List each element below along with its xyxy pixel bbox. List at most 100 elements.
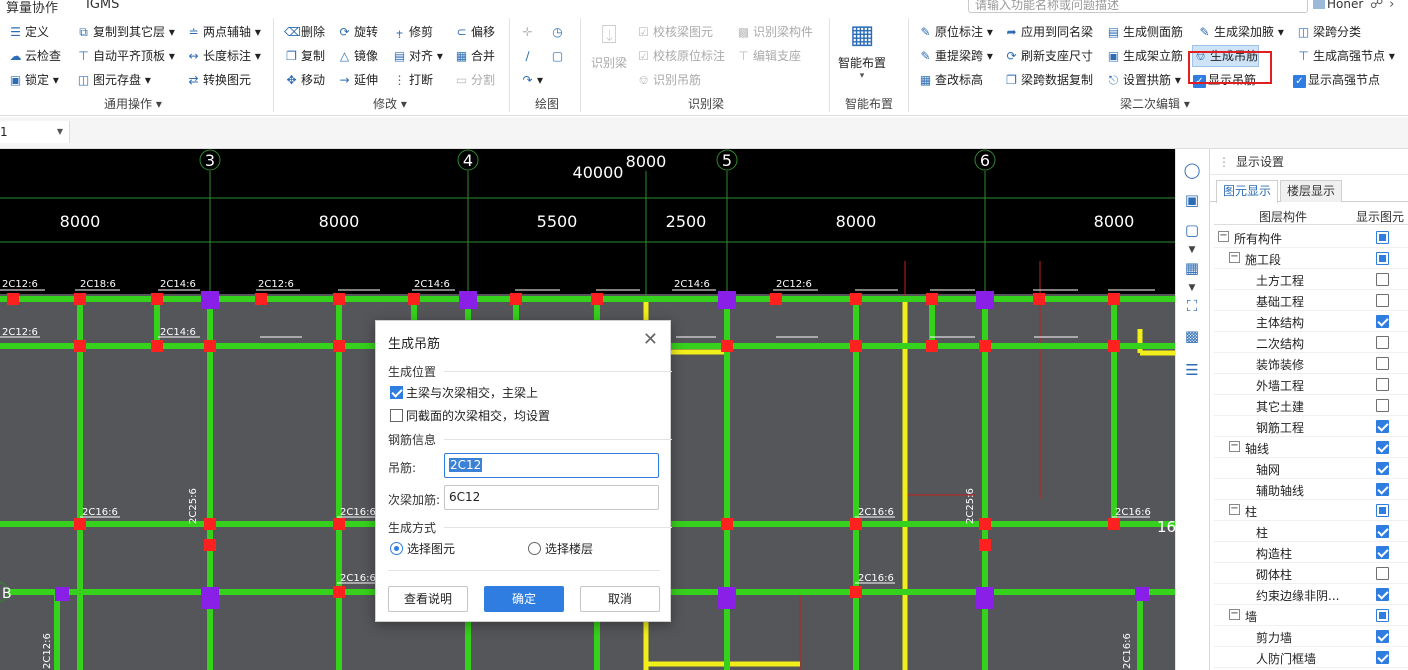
offset-button[interactable]: ⊂ 偏移 <box>454 22 495 42</box>
show-element-checkbox[interactable] <box>1376 567 1389 580</box>
identify-beam-component-button[interactable]: ▩ 识别梁构件 <box>736 22 813 42</box>
draw-curve-button[interactable]: ↷ ▾ <box>520 70 543 90</box>
layer-tree-row[interactable]: 砌体柱 <box>1214 563 1408 584</box>
show-element-checkbox[interactable] <box>1376 357 1389 370</box>
show-element-checkbox[interactable] <box>1376 609 1389 622</box>
close-icon[interactable]: ✕ <box>643 329 658 350</box>
check-origin-label-button[interactable]: ☑ 校核原位标注 <box>636 46 725 66</box>
show-element-checkbox[interactable] <box>1376 378 1389 391</box>
link-icon[interactable]: ☍ <box>1370 0 1389 12</box>
show-element-checkbox[interactable] <box>1376 420 1389 433</box>
copy-to-floor-button[interactable]: ⧉ 复制到其它层 ▾ <box>76 22 175 42</box>
apply-same-beam-button[interactable]: ➦ 应用到同名梁 <box>1004 22 1093 42</box>
ok-button[interactable]: 确定 <box>484 586 564 612</box>
layer-tree-row[interactable]: − 墙 <box>1214 605 1408 626</box>
tab-floor-display[interactable]: 楼层显示 <box>1280 180 1343 202</box>
opt-same-section-checkbox[interactable]: 同截面的次梁相交，均设置 <box>390 407 550 424</box>
layer-tree-row[interactable]: 二次结构 <box>1214 332 1408 353</box>
help-button[interactable]: 查看说明 <box>388 586 468 612</box>
edit-support-button[interactable]: ⊤ 编辑支座 <box>736 46 801 66</box>
show-element-checkbox[interactable] <box>1376 336 1389 349</box>
show-element-checkbox[interactable] <box>1376 588 1389 601</box>
show-element-checkbox[interactable] <box>1376 462 1389 475</box>
span-data-copy-button[interactable]: ❐ 梁跨数据复制 <box>1004 70 1093 90</box>
radio-select-element[interactable]: 选择图元 <box>390 540 455 557</box>
show-element-checkbox[interactable] <box>1376 252 1389 265</box>
origin-label-button[interactable]: ✎ 原位标注 ▾ <box>918 22 992 42</box>
auto-flat-top-button[interactable]: ⊤ 自动平齐顶板 ▾ <box>76 46 175 66</box>
hanger-input[interactable]: 2C12 <box>444 453 659 478</box>
cube-icon[interactable]: ▢ <box>1181 219 1203 241</box>
layer-tree-row[interactable]: 土方工程 <box>1214 269 1408 290</box>
gen-beam-add-button[interactable]: ✎ 生成梁加腋 ▾ <box>1197 22 1283 42</box>
layer-tree-row[interactable]: 构造柱 <box>1214 542 1408 563</box>
show-element-checkbox[interactable] <box>1376 651 1389 664</box>
radio-select-floor[interactable]: 选择楼层 <box>528 540 593 557</box>
layer-tree-row[interactable]: 钢筋工程 <box>1214 416 1408 437</box>
beam-span-classify-button[interactable]: ◫ 梁跨分类 <box>1296 22 1361 42</box>
draw-arc-button[interactable]: ◷ <box>550 22 567 42</box>
view-3d-icon[interactable]: ▣ <box>1181 189 1203 211</box>
define-button[interactable]: ☰ 定义 <box>8 22 49 42</box>
layer-tree-row[interactable]: 辅助轴线 <box>1214 479 1408 500</box>
smart-layout-button[interactable]: ▦ 智能布置 ▾ <box>834 20 890 81</box>
break-button[interactable]: ⋮ 打断 <box>392 70 434 90</box>
rotate-button[interactable]: ⟳ 旋转 <box>337 22 378 42</box>
lock-button[interactable]: ▣ 锁定 ▾ <box>8 70 59 90</box>
layer-tree-row[interactable]: 约束边缘非阴... <box>1214 584 1408 605</box>
draw-rect-button[interactable]: ▢ <box>550 46 567 66</box>
drawing-canvas[interactable]: 3 4 8000 5 6 40000 8000 8000 5500 2500 8… <box>0 149 1175 670</box>
two-point-axis-button[interactable]: ≐ 两点辅轴 ▾ <box>186 22 260 42</box>
copy-button[interactable]: ❐ 复制 <box>284 46 325 66</box>
group-modify-label[interactable]: 修改 ▾ <box>373 95 407 112</box>
show-element-checkbox[interactable] <box>1376 294 1389 307</box>
show-element-checkbox[interactable] <box>1376 315 1389 328</box>
draw-point-button[interactable]: ✛ <box>520 22 537 42</box>
layer-tree-row[interactable]: 其它土建 <box>1214 395 1408 416</box>
select-box-icon[interactable]: ▩ <box>1181 325 1203 347</box>
collapse-toggle-icon[interactable]: − <box>1218 231 1229 242</box>
layer-tree-row[interactable]: 基础工程 <box>1214 290 1408 311</box>
search-input[interactable]: 请输入功能名称或问题描述 <box>968 0 1308 13</box>
mirror-button[interactable]: △ 镜像 <box>337 46 378 66</box>
layer-tree-row[interactable]: 装饰装修 <box>1214 353 1408 374</box>
show-element-checkbox[interactable] <box>1376 546 1389 559</box>
delete-button[interactable]: ⌫删除 <box>284 22 325 42</box>
user-account[interactable]: Honer <box>1313 0 1363 11</box>
element-save-button[interactable]: ◫ 图元存盘 ▾ <box>76 70 151 90</box>
re-extract-span-button[interactable]: ✎ 重提梁跨 ▾ <box>918 46 992 66</box>
layer-tree-row[interactable]: 柱 <box>1214 521 1408 542</box>
show-element-checkbox[interactable] <box>1376 441 1389 454</box>
collapse-toggle-icon[interactable]: − <box>1229 504 1240 515</box>
show-element-checkbox[interactable] <box>1376 399 1389 412</box>
tab-igms[interactable]: IGMS <box>86 0 119 12</box>
group-general-label[interactable]: 通用操作 ▾ <box>104 95 162 112</box>
show-element-checkbox[interactable] <box>1376 525 1389 538</box>
move-button[interactable]: ✥ 移动 <box>284 70 325 90</box>
convert-element-button[interactable]: ⇄ 转换图元 <box>186 70 251 90</box>
floor-select[interactable]: 1 ▼ <box>0 121 70 143</box>
tab-cost-collab[interactable]: 算量协作 <box>6 0 58 16</box>
layer-tree-row[interactable]: 剪力墙 <box>1214 626 1408 647</box>
gen-stirrup-button[interactable]: ▣ 生成架立筋 <box>1106 46 1183 66</box>
identify-beam-button[interactable]: ⍗ 识别梁 <box>588 20 630 71</box>
gen-high-strength-button[interactable]: ⊤ 生成高强节点 ▾ <box>1296 46 1395 66</box>
show-element-checkbox[interactable] <box>1376 231 1389 244</box>
layer-tree-row[interactable]: − 轴线 <box>1214 437 1408 458</box>
identify-hanger-button[interactable]: ⎊ 识别吊筋 <box>636 70 701 90</box>
check-beam-element-button[interactable]: ☑ 校核梁图元 <box>636 22 713 42</box>
show-high-strength-checkbox[interactable]: ✓ 显示高强节点 <box>1293 70 1380 90</box>
refresh-support-size-button[interactable]: ⟳ 刷新支座尺寸 <box>1004 46 1093 66</box>
show-element-checkbox[interactable] <box>1376 273 1389 286</box>
merge-button[interactable]: ▦ 合并 <box>454 46 495 66</box>
cloud-check-button[interactable]: ☁ 云检查 <box>8 46 62 66</box>
set-arch-rebar-button[interactable]: ⎋ 设置拱筋 ▾ <box>1106 70 1181 90</box>
group-beam-edit-label[interactable]: 梁二次编辑 ▾ <box>1120 95 1190 112</box>
trim-button[interactable]: ⨥ 修剪 <box>392 22 433 42</box>
layer-tree-row[interactable]: 轴网 <box>1214 458 1408 479</box>
layer-tree-row[interactable]: − 施工段 <box>1214 248 1408 269</box>
drag-handle-icon[interactable]: ⋮ <box>1218 155 1230 169</box>
layer-tree-row[interactable]: 人防门框墙 <box>1214 647 1408 668</box>
collapse-toggle-icon[interactable]: − <box>1229 441 1240 452</box>
fullscreen-icon[interactable]: ⛶ <box>1181 295 1203 317</box>
